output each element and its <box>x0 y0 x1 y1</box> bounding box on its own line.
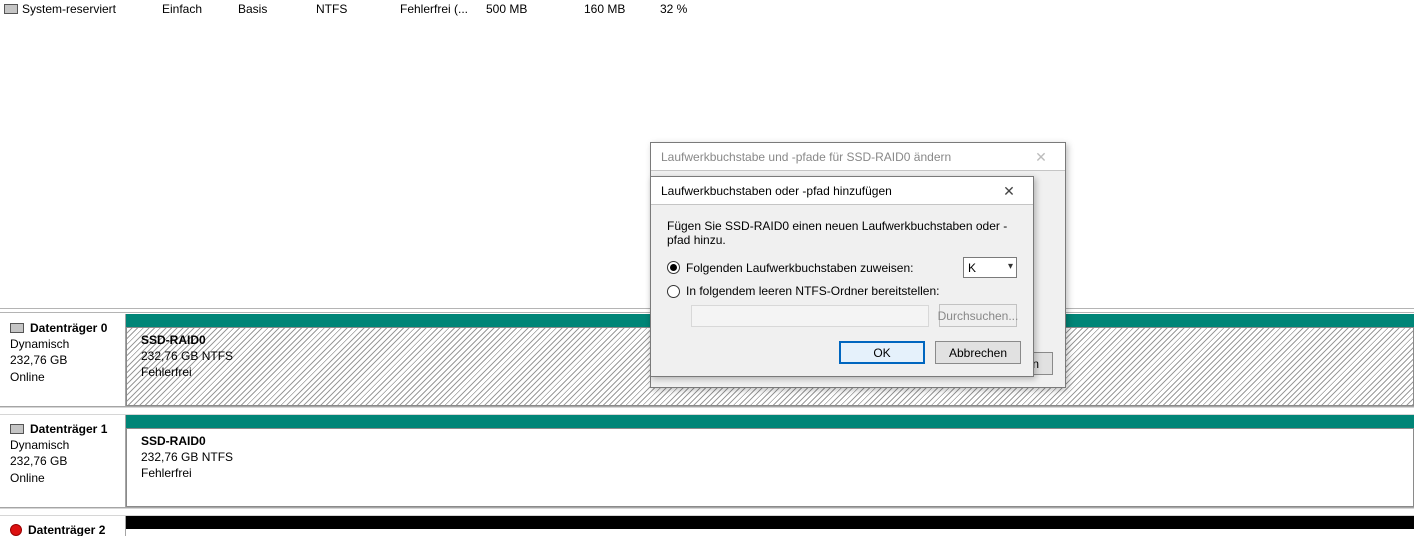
disk-size: 232,76 GB <box>10 453 119 469</box>
volume-size: 500 MB <box>486 2 584 16</box>
dialog-titlebar[interactable]: Laufwerkbuchstabe und -pfade für SSD-RAI… <box>651 143 1065 171</box>
chevron-down-icon: ▾ <box>1008 261 1013 272</box>
radio-assign-letter[interactable]: Folgenden Laufwerkbuchstaben zuweisen: K… <box>667 257 1017 278</box>
drive-letter-value: K <box>968 261 976 275</box>
volume-list-row[interactable]: System-reserviert Einfach Basis NTFS Feh… <box>0 0 1414 18</box>
volume-name: System-reserviert <box>22 2 162 16</box>
disk-color-bar <box>126 415 1414 428</box>
dialog-title: Laufwerkbuchstabe und -pfade für SSD-RAI… <box>661 150 1021 164</box>
disk-color-bar <box>126 516 1414 529</box>
dialog-prompt: Fügen Sie SSD-RAID0 einen neuen Laufwerk… <box>667 219 1017 247</box>
disk-icon <box>10 323 24 333</box>
disk-title: Datenträger 0 <box>30 320 107 336</box>
close-icon[interactable]: ✕ <box>989 180 1029 202</box>
volume-block-name: SSD-RAID0 <box>141 433 1405 449</box>
volume-layout: Basis <box>238 2 316 16</box>
radio-label: Folgenden Laufwerkbuchstaben zuweisen: <box>686 261 913 275</box>
disk-side-panel: Datenträger 1 Dynamisch 232,76 GB Online <box>0 415 126 507</box>
disk-row-2[interactable]: Datenträger 2 <box>0 516 1414 536</box>
disk-gap <box>0 407 1414 415</box>
disk-state: Online <box>10 470 119 486</box>
mount-path-input <box>691 305 929 327</box>
disk-side-panel: Datenträger 0 Dynamisch 232,76 GB Online <box>0 314 126 406</box>
dialog-titlebar[interactable]: Laufwerkbuchstaben oder -pfad hinzufügen… <box>651 177 1033 205</box>
dialog-title: Laufwerkbuchstaben oder -pfad hinzufügen <box>661 184 989 198</box>
radio-mount-folder[interactable]: In folgendem leeren NTFS-Ordner bereitst… <box>667 284 1017 298</box>
radio-icon[interactable] <box>667 285 680 298</box>
ok-button[interactable]: OK <box>839 341 925 364</box>
radio-icon[interactable] <box>667 261 680 274</box>
cancel-button[interactable]: Abbrechen <box>935 341 1021 364</box>
volume-fs: NTFS <box>316 2 400 16</box>
volume-status: Fehlerfrei (... <box>400 2 486 16</box>
disk-kind: Dynamisch <box>10 336 119 352</box>
disk-error-icon <box>10 524 22 536</box>
volume-free: 160 MB <box>584 2 660 16</box>
close-icon[interactable]: ✕ <box>1021 146 1061 168</box>
disk-state: Online <box>10 369 119 385</box>
volume-type: Einfach <box>162 2 238 16</box>
drive-letter-combo[interactable]: K ▾ <box>963 257 1017 278</box>
dialog-add-drive-letter: Laufwerkbuchstaben oder -pfad hinzufügen… <box>650 176 1034 377</box>
disk-kind: Dynamisch <box>10 437 119 453</box>
volume-icon <box>4 4 18 14</box>
disk-row-1[interactable]: Datenträger 1 Dynamisch 232,76 GB Online… <box>0 415 1414 508</box>
disk-title: Datenträger 1 <box>30 421 107 437</box>
radio-label: In folgendem leeren NTFS-Ordner bereitst… <box>686 284 939 298</box>
volume-block-sub: 232,76 GB NTFS <box>141 449 1405 465</box>
disk-gap <box>0 508 1414 516</box>
browse-button: Durchsuchen... <box>939 304 1017 327</box>
volume-block-status: Fehlerfrei <box>141 465 1405 481</box>
disk-side-panel: Datenträger 2 <box>0 516 126 536</box>
disk-icon <box>10 424 24 434</box>
volume-pct: 32 % <box>660 2 720 16</box>
volume-block[interactable]: SSD-RAID0 232,76 GB NTFS Fehlerfrei <box>126 428 1414 507</box>
disk-title: Datenträger 2 <box>28 522 105 536</box>
disk-size: 232,76 GB <box>10 352 119 368</box>
